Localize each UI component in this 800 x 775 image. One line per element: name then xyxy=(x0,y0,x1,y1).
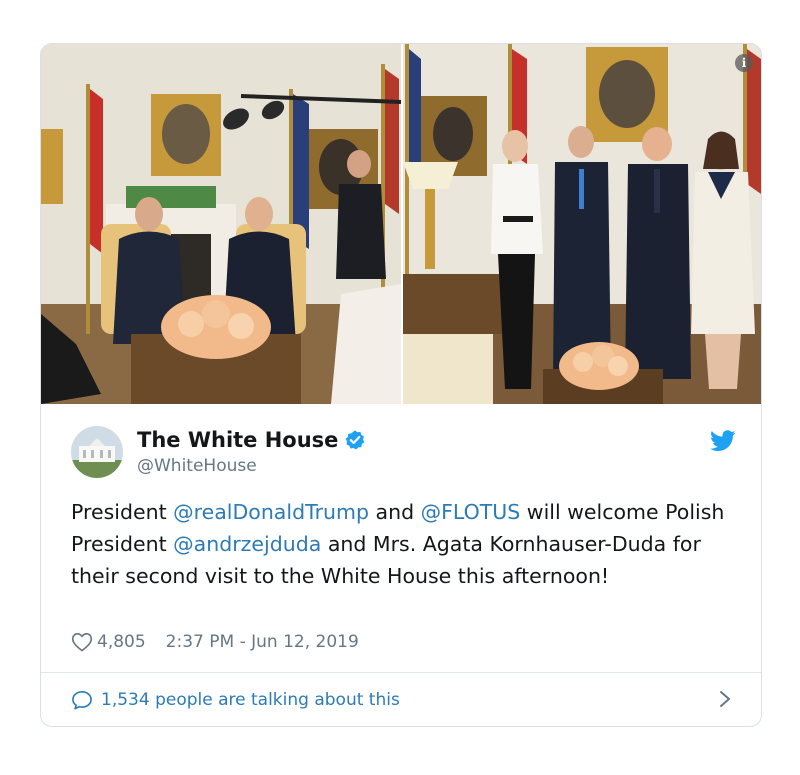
mention-realdonaldtrump[interactable]: @realDonaldTrump xyxy=(173,500,369,524)
tweet-meta: 4,805 2:37 PM - Jun 12, 2019 xyxy=(71,632,359,652)
mention-flotus[interactable]: @FLOTUS xyxy=(421,500,521,524)
tweet-header: The White House @WhiteHouse xyxy=(71,426,736,481)
photo-right[interactable]: i xyxy=(403,44,761,404)
divider xyxy=(41,672,761,673)
text-segment: and xyxy=(369,500,421,524)
timestamp[interactable]: 2:37 PM - Jun 12, 2019 xyxy=(166,632,359,652)
avatar[interactable] xyxy=(71,426,123,478)
mention-andrzejduda[interactable]: @andrzejduda xyxy=(173,532,321,556)
twitter-bird-icon[interactable] xyxy=(710,430,736,452)
photo-right-image xyxy=(403,44,761,404)
verified-badge-icon xyxy=(346,430,365,450)
tweet-text: President @realDonaldTrump and @FLOTUS w… xyxy=(71,496,741,592)
tweet-media[interactable]: i xyxy=(41,44,761,404)
display-name[interactable]: The White House xyxy=(137,428,338,452)
chevron-right-icon xyxy=(720,691,730,707)
handle[interactable]: @WhiteHouse xyxy=(137,456,257,476)
name-line: The White House xyxy=(137,428,366,452)
speech-bubble-icon xyxy=(72,691,92,710)
heart-icon[interactable] xyxy=(71,632,93,652)
info-icon[interactable]: i xyxy=(735,54,753,72)
photo-left-image xyxy=(41,44,401,404)
photo-left[interactable] xyxy=(41,44,403,404)
white-house-avatar-image xyxy=(71,426,123,478)
text-segment: President xyxy=(71,500,174,524)
talking-count-label: 1,534 people are talking about this xyxy=(101,690,400,710)
tweet-card: i The White House @WhiteHouse President … xyxy=(40,43,762,727)
talking-about-link[interactable]: 1,534 people are talking about this xyxy=(71,686,731,714)
like-count[interactable]: 4,805 xyxy=(97,632,146,652)
